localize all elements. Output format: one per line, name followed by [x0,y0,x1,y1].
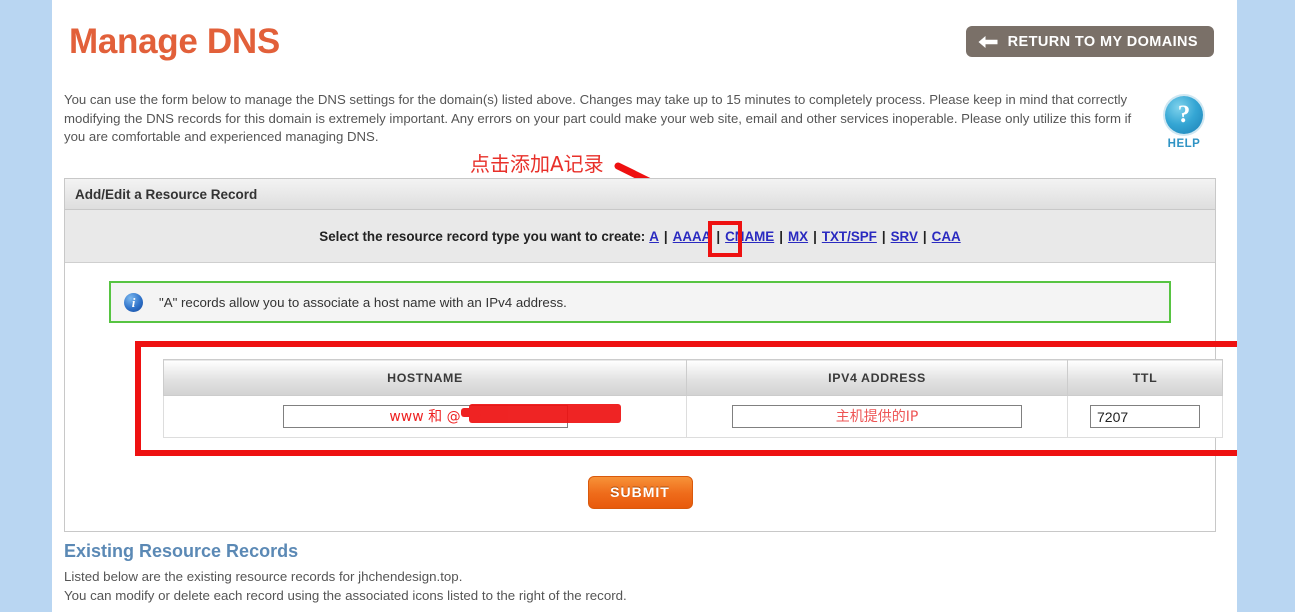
page-header: Manage DNS RETURN TO MY DOMAINS [52,0,1237,84]
intro-paragraph: You can use the form below to manage the… [64,92,1132,144]
help-label: HELP [1167,138,1201,150]
panel-body: i "A" records allow you to associate a h… [65,263,1237,531]
column-header-ipv4-address: IPV4 ADDRESS [686,359,1068,396]
cell-hostname: www 和 @ [163,395,687,438]
page-title: Manage DNS [69,22,280,61]
annotation-highlight-box-table: HOSTNAME IPV4 ADDRESS TTL www 和 @ 主机提供的I… [135,341,1237,456]
ipv4-address-input[interactable]: 主机提供的IP [732,405,1022,428]
help-button[interactable]: ? HELP [1153,96,1215,150]
existing-records-line-1: Listed below are the existing resource r… [64,569,463,584]
panel-heading: Add/Edit a Resource Record [65,179,1215,210]
existing-resource-records-section: Existing Resource Records Listed below a… [64,541,1164,605]
submit-area: SUBMIT [65,456,1215,531]
record-type-link-txt-spf[interactable]: TXT/SPF [822,229,877,244]
resource-record-table: HOSTNAME IPV4 ADDRESS TTL www 和 @ 主机提供的I… [163,359,1223,438]
add-edit-resource-record-panel: Add/Edit a Resource Record Select the re… [64,178,1237,532]
record-type-link-caa[interactable]: CAA [932,229,961,244]
separator: | [779,228,783,244]
arrow-left-icon [977,35,999,49]
record-type-link-a[interactable]: A [649,229,659,244]
info-icon: i [124,292,143,312]
page-content: Manage DNS RETURN TO MY DOMAINS You can … [52,0,1237,612]
table-header-row: HOSTNAME IPV4 ADDRESS TTL [163,359,1223,396]
record-type-link-mx[interactable]: MX [788,229,808,244]
cell-ipv4: 主机提供的IP [686,395,1068,438]
existing-records-heading: Existing Resource Records [64,541,299,561]
return-to-my-domains-button[interactable]: RETURN TO MY DOMAINS [965,26,1214,57]
separator: | [922,228,927,244]
table-row: www 和 @ 主机提供的IP 7207 [163,395,1223,438]
submit-button[interactable]: SUBMIT [587,476,693,509]
cell-ttl: 7207 [1067,395,1223,438]
record-type-selector: Select the resource record type you want… [65,210,1215,263]
record-type-info-box: i "A" records allow you to associate a h… [109,281,1171,323]
existing-records-line-2: You can modify or delete each record usi… [64,587,627,603]
question-mark-icon: ? [1165,96,1203,134]
column-header-ttl: TTL [1067,359,1223,396]
separator: | [663,228,668,244]
separator: | [881,228,886,244]
record-type-info-text: "A" records allow you to associate a hos… [159,294,567,310]
record-type-link-aaaa[interactable]: AAAA [673,229,712,244]
column-header-hostname: HOSTNAME [163,359,687,396]
separator: | [813,228,817,244]
separator: | [716,228,721,244]
record-type-link-cname[interactable]: CNAME [725,229,774,244]
record-type-label: Select the resource record type you want… [319,228,646,244]
return-button-label: RETURN TO MY DOMAINS [1007,33,1198,50]
redaction-scribble [461,404,621,423]
ttl-input[interactable]: 7207 [1090,405,1200,428]
annotation-text: 点击添加A记录 [470,152,604,176]
record-type-link-srv[interactable]: SRV [891,229,918,244]
